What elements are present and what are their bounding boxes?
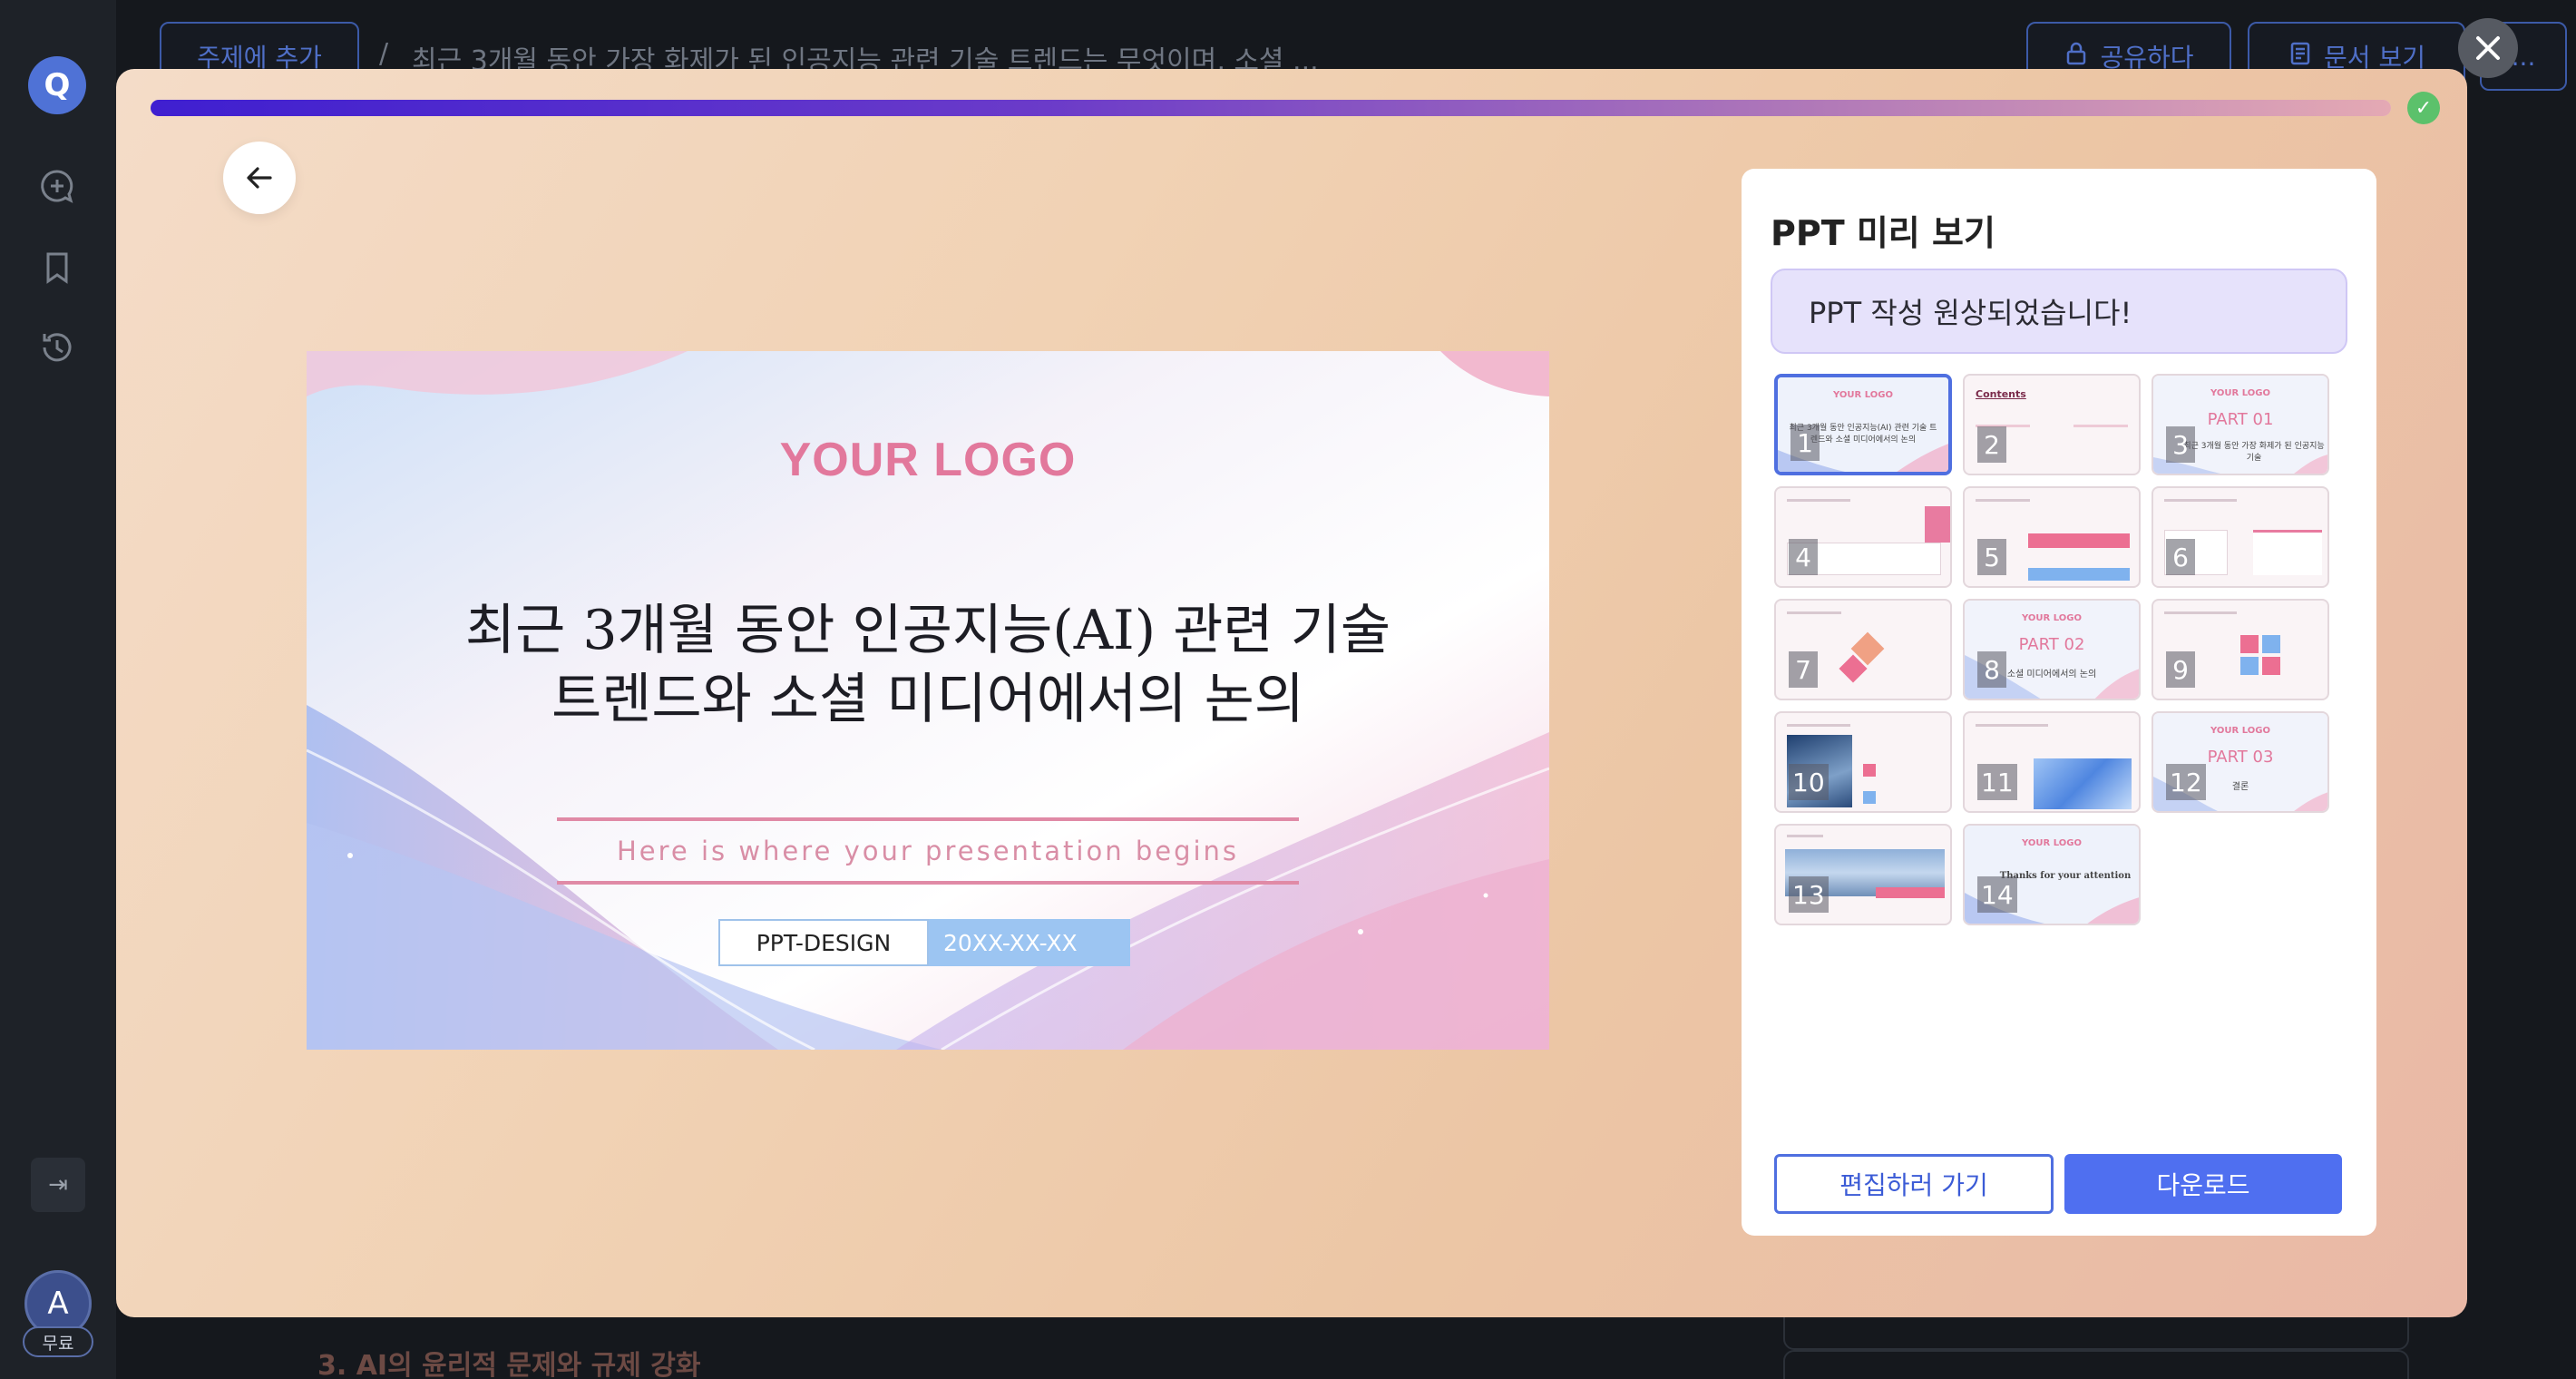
- thumbnail-number: 5: [1977, 539, 2006, 575]
- thumbnail-logo: YOUR LOGO: [2022, 838, 2082, 848]
- thumbnail-slide-2[interactable]: Contents 2: [1963, 374, 2141, 475]
- thumbnail-slide-14[interactable]: YOUR LOGO Thanks for your attention 14: [1963, 824, 2141, 925]
- thumbnail-line: [2073, 425, 2128, 427]
- thumbnail-block: [1876, 887, 1945, 898]
- expand-icon: ⇥: [48, 1171, 68, 1198]
- slide-subtitle: Here is where your presentation begins: [616, 836, 1240, 866]
- thumbnail-slide-6[interactable]: 6: [2152, 486, 2329, 588]
- sidebar: Q ⇥ A 무료: [0, 0, 116, 1379]
- panel-title: PPT 미리 보기: [1771, 213, 1995, 253]
- thumbnail-number: 2: [1977, 426, 2006, 463]
- arrow-left-icon: [247, 167, 272, 189]
- ppt-generation-modal: ✓ YOUR LOGO 최근 3개월 동안 인공지능(AI) 관련 기술 트렌드…: [116, 69, 2467, 1317]
- thumbnail-slide-10[interactable]: 10: [1774, 711, 1952, 813]
- slide-subtitle-frame: Here is where your presentation begins: [557, 817, 1299, 885]
- thumbnail-slide-9[interactable]: 9: [2152, 599, 2329, 700]
- history-icon[interactable]: [36, 327, 78, 368]
- thumbnail-block: [2262, 657, 2280, 675]
- thumbnail-line: [1787, 835, 1823, 837]
- thumbnail-number: 14: [1977, 876, 2017, 913]
- thumbnail-block: [1925, 506, 1950, 543]
- thumbnail-line: [1976, 724, 2048, 727]
- new-chat-icon[interactable]: [36, 165, 78, 207]
- thumbnail-slide-12[interactable]: YOUR LOGO PART 03 결론 12: [2152, 711, 2329, 813]
- thumbnail-number: 8: [1977, 651, 2006, 688]
- thumbnail-block: [1863, 791, 1876, 804]
- thumbnail-number: 4: [1789, 539, 1818, 575]
- thumbnail-number: 11: [1977, 764, 2017, 800]
- thumbnail-block: [2240, 635, 2259, 653]
- download-button[interactable]: 다운로드: [2064, 1154, 2342, 1214]
- thumbnail-number: 10: [1789, 764, 1829, 800]
- document-icon: [2288, 41, 2313, 73]
- thumbnail-logo: YOUR LOGO: [2210, 726, 2270, 736]
- thumbnail-block: [2262, 635, 2280, 653]
- thumbnail-line: [1976, 499, 2030, 502]
- app-logo[interactable]: Q: [28, 56, 86, 114]
- status-message: PPT 작성 원상되었습니다!: [1771, 269, 2347, 354]
- slide-preview: YOUR LOGO 최근 3개월 동안 인공지능(AI) 관련 기술 트렌드와 …: [307, 351, 1549, 1050]
- bookmark-icon[interactable]: [36, 247, 78, 289]
- thumbnail-line: [1787, 499, 1850, 502]
- thumbnail-slide-3[interactable]: YOUR LOGO PART 01 최근 3개월 동안 가장 화제가 된 인공지…: [2152, 374, 2329, 475]
- thumbnail-slide-13[interactable]: 13: [1774, 824, 1952, 925]
- thumbnail-image: [2034, 758, 2132, 809]
- progress-fill: [151, 100, 2391, 116]
- slide-date-tag: 20XX-XX-XX: [929, 919, 1130, 966]
- progress-bar: [151, 100, 2391, 116]
- lock-icon: [2064, 41, 2089, 73]
- thumbnail-block: [2240, 657, 2259, 675]
- avatar-letter: A: [47, 1286, 69, 1322]
- thumbnail-line: [2164, 611, 2237, 614]
- thumbnail-number: 6: [2166, 539, 2195, 575]
- thumbnail-line: [2164, 499, 2237, 502]
- background-card: [1783, 1350, 2409, 1379]
- thumbnail-slide-11[interactable]: 11: [1963, 711, 2141, 813]
- thumbnail-number: 7: [1789, 651, 1818, 688]
- thumbnail-heading: Contents: [1976, 388, 2026, 400]
- app-logo-letter: Q: [44, 67, 71, 103]
- thumbnail-logo: YOUR LOGO: [2022, 613, 2082, 623]
- thumbnail-line: [1787, 724, 1850, 727]
- slide-title: 최근 3개월 동안 인공지능(AI) 관련 기술 트렌드와 소셜 미디어에서의 …: [464, 599, 1391, 731]
- thumbnail-block: [1863, 764, 1876, 777]
- thumbnail-logo: YOUR LOGO: [1833, 390, 1893, 400]
- edit-button[interactable]: 편집하러 가기: [1774, 1154, 2054, 1214]
- slide-design-tag: PPT-DESIGN: [718, 919, 929, 966]
- thumbnail-block: [2028, 533, 2130, 548]
- close-modal-button[interactable]: [2458, 18, 2518, 78]
- thumbnail-number: 9: [2166, 651, 2195, 688]
- thumbnail-block: [2253, 530, 2322, 575]
- plan-badge: 무료: [23, 1326, 93, 1357]
- thumbnail-block: [2028, 568, 2130, 581]
- thumbnail-number: 12: [2166, 764, 2206, 800]
- breadcrumb-separator: /: [379, 38, 389, 70]
- back-button[interactable]: [223, 142, 296, 214]
- thumbnail-slide-1[interactable]: YOUR LOGO 최근 3개월 동안 인공지능(AI) 관련 기술 트렌드와 …: [1774, 374, 1952, 475]
- thumbnail-logo: YOUR LOGO: [2210, 388, 2270, 398]
- thumbnail-slide-5[interactable]: 5: [1963, 486, 2141, 588]
- thumbnail-slide-8[interactable]: YOUR LOGO PART 02 소셜 미디어에서의 논의 8: [1963, 599, 2141, 700]
- thumbnail-number: 3: [2166, 426, 2195, 463]
- thumbnail-slide-4[interactable]: 4: [1774, 486, 1952, 588]
- ppt-preview-panel: PPT 미리 보기 PPT 작성 원상되었습니다! YOUR LOGO 최근 3…: [1742, 169, 2376, 1236]
- thumbnail-number: 13: [1789, 876, 1829, 913]
- close-icon: [2476, 36, 2500, 60]
- background-heading: 3. AI의 윤리적 문제와 규제 강화: [317, 1350, 701, 1379]
- slide-logo: YOUR LOGO: [779, 434, 1077, 486]
- expand-sidebar-button[interactable]: ⇥: [31, 1158, 85, 1212]
- thumbnail-number: 1: [1791, 425, 1820, 461]
- check-icon: ✓: [2407, 92, 2440, 124]
- thumbnail-line: [1787, 611, 1841, 614]
- thumbnail-slide-7[interactable]: 7: [1774, 599, 1952, 700]
